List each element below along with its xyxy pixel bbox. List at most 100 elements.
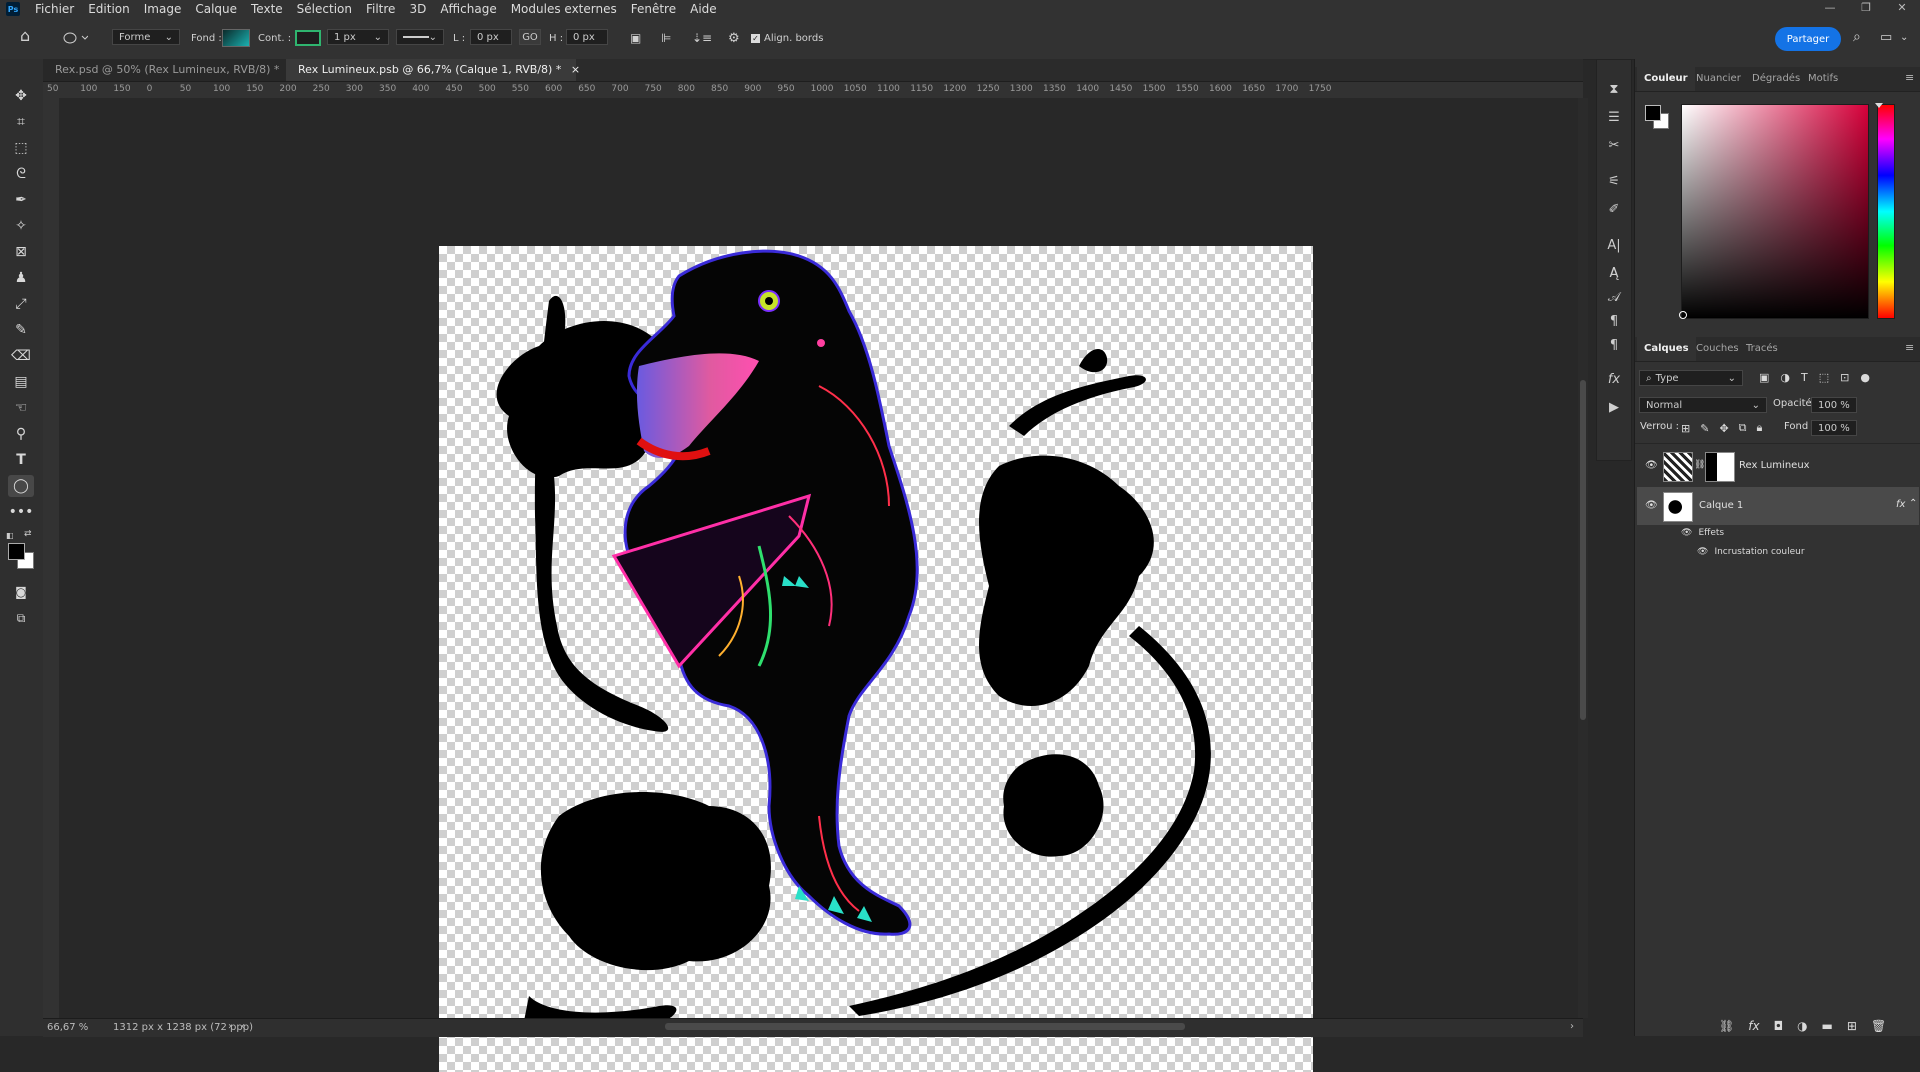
menu-edition[interactable]: Edition — [81, 2, 137, 16]
menu-modules-externes[interactable]: Modules externes — [504, 2, 624, 16]
lasso-tool-icon[interactable]: ᘓ — [8, 163, 34, 185]
adjustment-layer-icon[interactable]: ◑ — [1797, 1019, 1807, 1033]
eye-icon[interactable]: 👁︎ — [1681, 528, 1692, 538]
tab-calques[interactable]: Calques — [1637, 337, 1696, 361]
filter-toggle-icon[interactable]: ● — [1860, 371, 1870, 384]
stamp-tool-icon[interactable]: ♟ — [8, 267, 34, 289]
fill-input[interactable]: 100 % — [1811, 420, 1857, 436]
shape-filter-icon[interactable]: ⬚ — [1819, 371, 1829, 384]
magic-wand-tool-icon[interactable]: ✧ — [8, 215, 34, 237]
menu-filtre[interactable]: Filtre — [359, 2, 402, 16]
fx-badge[interactable]: fx — [1896, 499, 1905, 510]
blend-mode-select[interactable]: Normal ⌄ — [1639, 397, 1767, 413]
layer-mask-thumbnail[interactable] — [1705, 452, 1735, 482]
hue-slider[interactable] — [1877, 104, 1895, 319]
lock-pixels-icon[interactable]: ✎ — [1700, 422, 1709, 435]
menu-calque[interactable]: Calque — [188, 2, 244, 16]
maximize-button[interactable]: ❐ — [1848, 0, 1884, 18]
delete-layer-icon[interactable]: 🗑︎ — [1871, 1019, 1886, 1033]
smart-object-filter-icon[interactable]: ⊡ — [1840, 371, 1849, 384]
tab-couleur[interactable]: Couleur — [1637, 67, 1695, 91]
character-styles-icon[interactable]: 𝒜 — [1605, 288, 1623, 306]
workspace-icon[interactable]: ▭ — [1880, 28, 1892, 46]
history-icon[interactable]: ⧗ — [1605, 80, 1623, 98]
height-input[interactable]: 0 px — [566, 29, 608, 45]
smudge-tool-icon[interactable]: ☜ — [8, 397, 34, 419]
tab-traces[interactable]: Tracés — [1739, 337, 1785, 361]
lock-all-icon[interactable]: 🔒︎ — [1757, 421, 1763, 435]
adjustment-filter-icon[interactable]: ◑ — [1780, 371, 1790, 384]
screen-mode-icon[interactable]: ⧉ — [8, 607, 34, 629]
pen-tool-icon[interactable]: ✒ — [8, 189, 34, 211]
lock-transparency-icon[interactable]: ⊞ — [1681, 422, 1690, 435]
default-colors-icon[interactable]: ◧ — [6, 531, 16, 540]
home-icon[interactable]: ⌂ — [20, 26, 30, 45]
scroll-right-arrow-icon[interactable]: › — [1570, 1021, 1574, 1032]
swap-colors-icon[interactable]: ⇄ — [24, 529, 32, 539]
search-icon[interactable]: ⌕ — [1853, 28, 1861, 46]
document-info[interactable]: 1312 px x 1238 px (72 ppp) — [113, 1022, 253, 1033]
menu-affichage[interactable]: Affichage — [433, 2, 503, 16]
menu-aide[interactable]: Aide — [683, 2, 724, 16]
lock-position-icon[interactable]: ✥ — [1719, 422, 1728, 435]
minimize-button[interactable]: — — [1812, 0, 1848, 18]
crop-tool-icon[interactable]: ⌗ — [8, 111, 34, 133]
pixel-filter-icon[interactable]: ▣ — [1759, 371, 1769, 384]
brushes-icon[interactable]: ✐ — [1605, 200, 1623, 218]
panel-menu-icon[interactable]: ≡ — [1905, 71, 1914, 84]
eye-icon[interactable]: 👁︎ — [1645, 500, 1658, 511]
layer-row-rex-lumineux[interactable]: 👁︎ ⛓ Rex Lumineux — [1637, 447, 1919, 485]
tab-couches[interactable]: Couches — [1689, 337, 1746, 361]
menu-fichier[interactable]: Fichier — [28, 2, 81, 16]
ellipse-tool-preset[interactable] — [62, 29, 88, 47]
menu-3d[interactable]: 3D — [402, 2, 433, 16]
tab-rex-psd[interactable]: Rex.psd @ 50% (Rex Lumineux, RVB/8) * × — [43, 59, 298, 81]
effect-item-row[interactable]: 👁︎ Incrustation couleur — [1697, 547, 1805, 557]
layer-name[interactable]: Rex Lumineux — [1739, 460, 1810, 471]
eye-icon[interactable]: 👁︎ — [1645, 460, 1658, 471]
tab-rex-lumineux-psb[interactable]: Rex Lumineux.psb @ 66,7% (Calque 1, RVB/… — [286, 59, 580, 81]
more-tools-icon[interactable]: ••• — [8, 501, 34, 523]
adjustments-icon[interactable]: ☰ — [1605, 108, 1623, 126]
stroke-width-field[interactable]: 1 px ⌄ — [327, 29, 389, 45]
canvas-workspace[interactable] — [59, 98, 1579, 1072]
paragraph-icon[interactable]: ¶ — [1605, 312, 1623, 330]
add-style-icon[interactable]: fx — [1748, 1019, 1759, 1033]
new-group-icon[interactable]: ▬ — [1822, 1019, 1833, 1033]
eyedropper-tool-icon[interactable]: ⤢ — [8, 293, 34, 315]
share-button[interactable]: Partager — [1775, 27, 1841, 51]
marquee-tool-icon[interactable]: ⬚ — [8, 137, 34, 159]
gear-icon[interactable]: ⚙ — [728, 29, 740, 47]
fx-icon[interactable]: fx — [1605, 370, 1623, 388]
color-picker-cursor[interactable] — [1679, 311, 1687, 319]
brush-tool-icon[interactable]: ✎ — [8, 319, 34, 341]
link-layers-icon[interactable]: ⛓ — [1719, 1019, 1734, 1033]
close-window-button[interactable]: ✕ — [1884, 0, 1920, 18]
gradient-tool-icon[interactable]: ▤ — [8, 371, 34, 393]
opacity-input[interactable]: 100 % — [1811, 397, 1857, 413]
glyphs-icon[interactable]: Ą — [1605, 264, 1623, 282]
play-actions-icon[interactable]: ▶ — [1605, 398, 1623, 416]
panel-menu-icon[interactable]: ≡ — [1905, 341, 1914, 354]
color-foreground-swatch[interactable] — [1645, 105, 1661, 121]
layer-row-calque-1[interactable]: 👁︎ Calque 1 fx ⌃ — [1637, 487, 1919, 525]
add-mask-icon[interactable]: ◘ — [1774, 1019, 1784, 1033]
path-alignment-icon[interactable]: ⊫ — [661, 29, 671, 47]
type-tool-icon[interactable]: T — [8, 449, 34, 471]
path-operations-icon[interactable]: ▣ — [630, 29, 641, 47]
menu-texte[interactable]: Texte — [244, 2, 290, 16]
stroke-swatch[interactable] — [295, 29, 321, 47]
path-arrangement-icon[interactable]: ⇣≡ — [692, 29, 712, 47]
menu-image[interactable]: Image — [137, 2, 189, 16]
color-picker-field[interactable] — [1681, 104, 1869, 319]
eraser-tool-icon[interactable]: ⌫ — [8, 345, 34, 367]
chevron-right-icon[interactable]: › — [228, 1021, 232, 1032]
new-layer-icon[interactable]: ⊞ — [1847, 1019, 1857, 1033]
tab-motifs[interactable]: Motifs — [1801, 67, 1845, 91]
paragraph-styles-icon[interactable]: ¶ — [1605, 336, 1623, 354]
zoom-level[interactable]: 66,67 % — [47, 1022, 88, 1033]
menu-selection[interactable]: Sélection — [290, 2, 359, 16]
lock-artboard-icon[interactable]: ⧉ — [1739, 421, 1747, 435]
quick-mask-icon[interactable]: ◙ — [8, 581, 34, 603]
tab-degrades[interactable]: Dégradés — [1745, 67, 1807, 91]
